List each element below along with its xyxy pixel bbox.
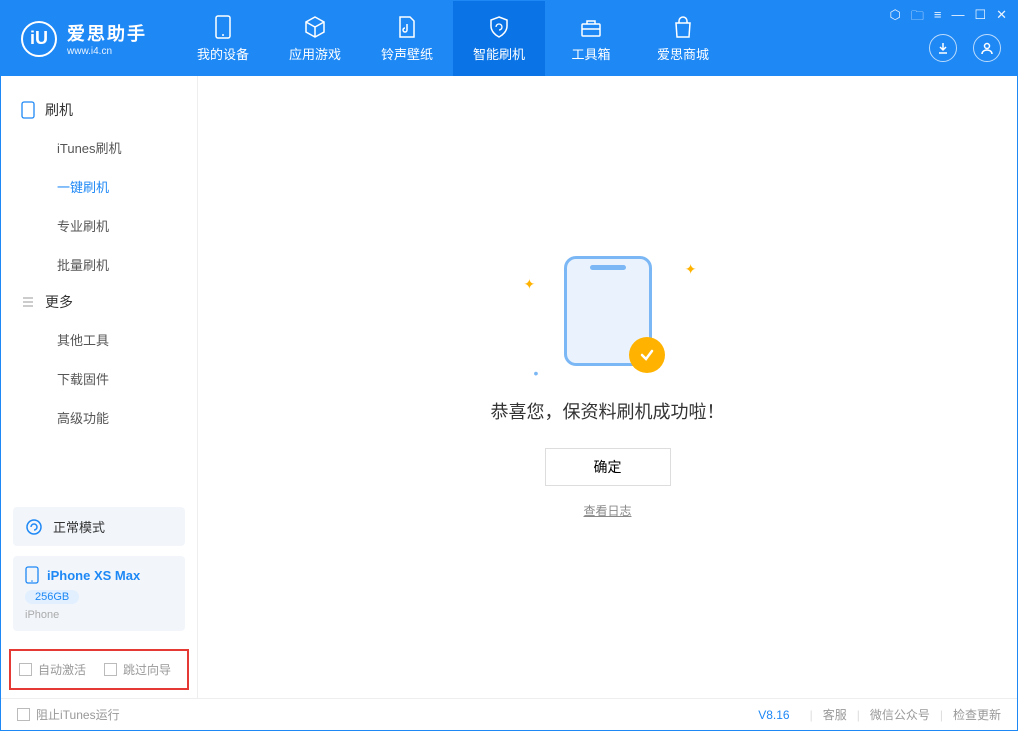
minimize-button[interactable]: —	[951, 7, 964, 29]
device-type: iPhone	[25, 609, 173, 621]
title-bar: iU 爱思助手 www.i4.cn 我的设备 应用游戏 铃声壁纸 智能刷机 工具…	[1, 1, 1017, 76]
lock-icon[interactable]: 🗀	[911, 7, 924, 29]
music-file-icon	[394, 14, 420, 40]
sidebar-item-other-tools[interactable]: 其他工具	[1, 320, 197, 359]
success-illustration: ✦ ✦ •	[564, 256, 652, 366]
phone-icon	[210, 14, 236, 40]
highlighted-options-box: 自动激活 跳过向导	[9, 649, 189, 690]
download-button[interactable]	[929, 34, 957, 62]
device-name: iPhone XS Max	[47, 568, 140, 583]
bag-icon	[670, 14, 696, 40]
sidebar-item-batch-flash[interactable]: 批量刷机	[1, 245, 197, 284]
device-info-box[interactable]: iPhone XS Max 256GB iPhone	[13, 556, 185, 631]
cube-icon	[302, 14, 328, 40]
phone-small-icon	[21, 101, 35, 119]
device-mode-box[interactable]: 正常模式	[13, 507, 185, 546]
nav-store[interactable]: 爱思商城	[637, 1, 729, 76]
checkbox-skip-guide[interactable]: 跳过向导	[104, 661, 171, 678]
success-message: 恭喜您，保资料刷机成功啦！	[491, 398, 725, 424]
sidebar-item-advanced[interactable]: 高级功能	[1, 398, 197, 437]
maximize-button[interactable]: ☐	[974, 7, 986, 29]
app-subtitle: www.i4.cn	[67, 46, 147, 57]
shield-refresh-icon	[486, 14, 512, 40]
nav-ringtone-wallpaper[interactable]: 铃声壁纸	[361, 1, 453, 76]
toolbox-icon	[578, 14, 604, 40]
main-content: ✦ ✦ • 恭喜您，保资料刷机成功啦！ 确定 查看日志	[198, 76, 1017, 698]
sidebar-item-download-firmware[interactable]: 下载固件	[1, 359, 197, 398]
checkbox-auto-activate[interactable]: 自动激活	[19, 661, 86, 678]
ok-button[interactable]: 确定	[545, 448, 671, 486]
nav-toolbox[interactable]: 工具箱	[545, 1, 637, 76]
sparkle-icon: ✦	[524, 276, 536, 293]
footer-link-wechat[interactable]: 微信公众号	[870, 706, 930, 723]
phone-illustration	[564, 256, 652, 366]
window-controls: ⬡ 🗀 ≡ — ☐ ✕	[889, 7, 1007, 29]
close-button[interactable]: ✕	[996, 7, 1007, 29]
sidebar-section-more: 更多	[1, 284, 197, 320]
shirt-icon[interactable]: ⬡	[889, 7, 900, 29]
main-nav: 我的设备 应用游戏 铃声壁纸 智能刷机 工具箱 爱思商城	[177, 1, 729, 76]
sidebar: 刷机 iTunes刷机 一键刷机 专业刷机 批量刷机 更多 其他工具 下载固件 …	[1, 76, 198, 698]
status-bar: 阻止iTunes运行 V8.16 | 客服 | 微信公众号 | 检查更新	[1, 698, 1017, 730]
sidebar-section-flash: 刷机	[1, 92, 197, 128]
checkbox-block-itunes[interactable]: 阻止iTunes运行	[17, 706, 120, 723]
check-badge-icon	[629, 337, 665, 373]
refresh-icon	[25, 518, 43, 536]
device-phone-icon	[25, 566, 39, 584]
sidebar-item-pro-flash[interactable]: 专业刷机	[1, 206, 197, 245]
nav-smart-flash[interactable]: 智能刷机	[453, 1, 545, 76]
sidebar-item-oneclick-flash[interactable]: 一键刷机	[1, 167, 197, 206]
nav-apps-games[interactable]: 应用游戏	[269, 1, 361, 76]
menu-icon[interactable]: ≡	[934, 7, 942, 29]
sparkle-icon: •	[534, 365, 539, 381]
app-title: 爱思助手	[67, 20, 147, 46]
user-button[interactable]	[973, 34, 1001, 62]
view-log-link[interactable]: 查看日志	[583, 502, 631, 519]
nav-my-device[interactable]: 我的设备	[177, 1, 269, 76]
footer-link-update[interactable]: 检查更新	[953, 706, 1001, 723]
sparkle-icon: ✦	[685, 261, 697, 278]
footer-link-support[interactable]: 客服	[823, 706, 847, 723]
list-icon	[21, 295, 35, 309]
device-capacity: 256GB	[25, 590, 79, 604]
logo-icon: iU	[21, 21, 57, 57]
app-logo: iU 爱思助手 www.i4.cn	[1, 20, 167, 57]
mode-label: 正常模式	[53, 517, 105, 536]
version-label: V8.16	[758, 708, 789, 722]
sidebar-item-itunes-flash[interactable]: iTunes刷机	[1, 128, 197, 167]
